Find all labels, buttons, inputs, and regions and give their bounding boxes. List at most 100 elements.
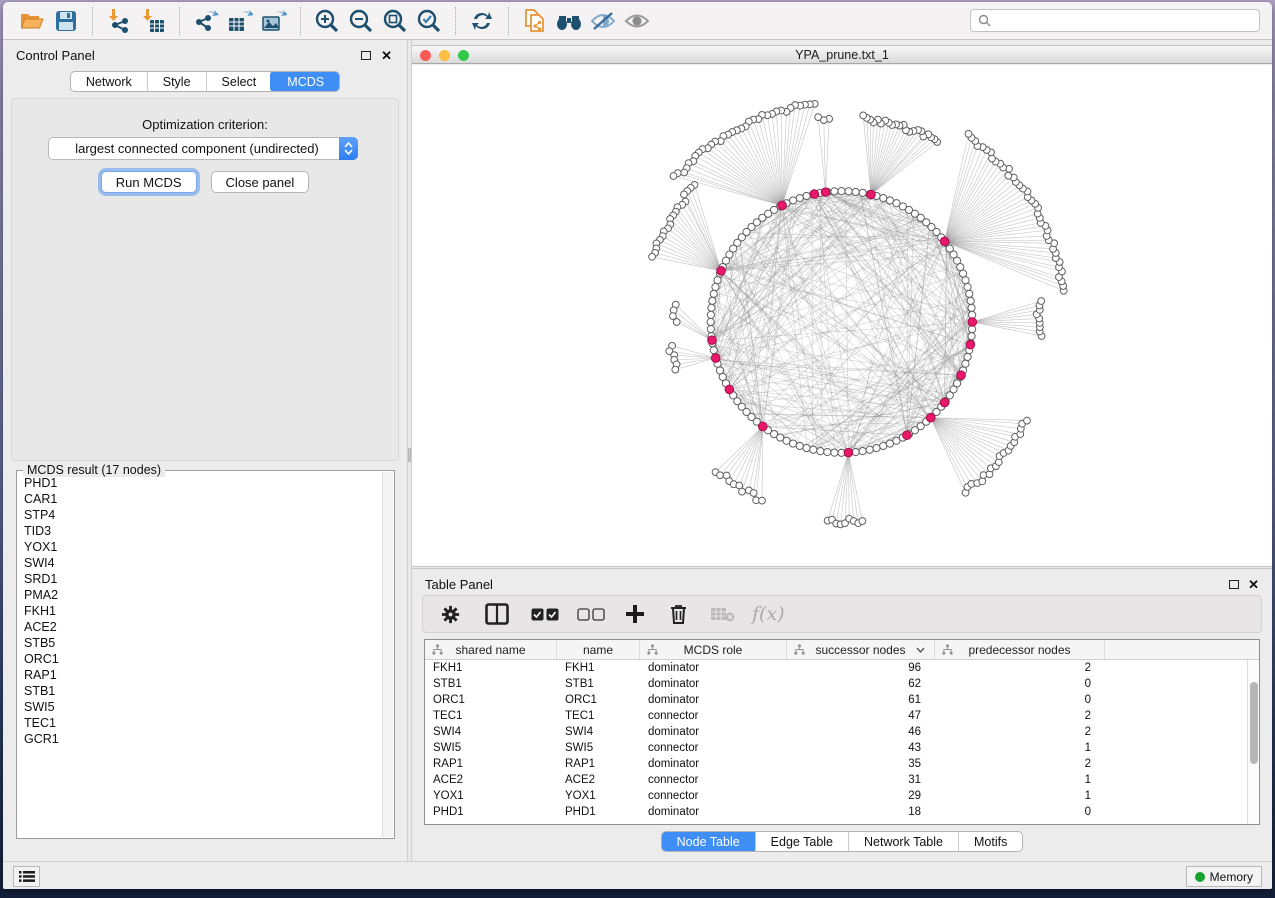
import-table-icon[interactable] [136, 6, 170, 36]
table-cell[interactable]: RAP1 [557, 756, 640, 772]
close-panel-icon[interactable]: ✕ [381, 48, 392, 64]
network-node[interactable] [873, 444, 880, 451]
table-cell[interactable]: SWI4 [425, 724, 557, 740]
mcds-result-item[interactable]: PHD1 [24, 475, 381, 491]
table-cell[interactable]: PHD1 [425, 804, 557, 820]
mcds-dominator-node[interactable] [708, 336, 717, 345]
network-node[interactable] [968, 304, 975, 311]
network-node[interactable] [710, 290, 717, 297]
table-cell[interactable]: 47 [787, 708, 935, 724]
network-node[interactable] [817, 448, 824, 455]
select-all-checkboxes-icon[interactable] [531, 599, 559, 629]
table-cell[interactable]: ACE2 [557, 772, 640, 788]
table-cell[interactable]: 46 [787, 724, 935, 740]
table-cell[interactable]: STB1 [425, 676, 557, 692]
network-node[interactable] [750, 490, 757, 497]
mcds-dominator-node[interactable] [778, 201, 787, 210]
network-node[interactable] [964, 283, 971, 290]
table-cell[interactable]: 29 [787, 788, 935, 804]
search-field[interactable] [970, 9, 1260, 32]
mcds-result-item[interactable]: SWI4 [24, 555, 381, 571]
table-cell[interactable]: SWI4 [557, 724, 640, 740]
network-node[interactable] [714, 277, 721, 284]
mcds-result-list[interactable]: PHD1CAR1STP4TID3YOX1SWI4SRD1PMA2FKH1ACE2… [19, 475, 381, 836]
mcds-dominator-node[interactable] [940, 237, 949, 246]
zoom-fit-icon[interactable] [378, 6, 412, 36]
network-node[interactable] [831, 188, 838, 195]
export-network-icon[interactable] [189, 6, 223, 36]
mcds-dominator-node[interactable] [821, 188, 830, 197]
show-column-selector-icon[interactable] [485, 599, 509, 629]
network-node[interactable] [670, 173, 677, 180]
close-panel-button[interactable]: Close panel [211, 171, 310, 193]
mcds-dominator-node[interactable] [844, 448, 853, 457]
table-cell[interactable]: ORC1 [425, 692, 557, 708]
table-row[interactable]: PHD1PHD1dominator180 [425, 804, 1247, 820]
table-cell[interactable]: SWI5 [425, 740, 557, 756]
network-node[interactable] [673, 319, 680, 326]
tab-style[interactable]: Style [147, 72, 206, 91]
table-cell[interactable]: 1 [935, 772, 1105, 788]
network-node[interactable] [810, 446, 817, 453]
network-node[interactable] [796, 442, 803, 449]
mcds-dominator-node[interactable] [867, 190, 876, 199]
network-node[interactable] [708, 304, 715, 311]
network-node[interactable] [789, 440, 796, 447]
mcds-result-item[interactable]: SRD1 [24, 571, 381, 587]
network-node[interactable] [965, 130, 972, 137]
network-node[interactable] [803, 192, 810, 199]
table-cell[interactable]: connector [640, 740, 787, 756]
network-window-titlebar[interactable]: YPA_prune.txt_1 [412, 45, 1272, 64]
table-scrollbar[interactable] [1247, 660, 1259, 824]
mcds-result-scrollbar[interactable] [382, 472, 393, 837]
save-session-icon[interactable] [49, 6, 83, 36]
mcds-result-item[interactable]: ACE2 [24, 619, 381, 635]
table-cell[interactable]: 2 [935, 724, 1105, 740]
network-node[interactable] [1038, 298, 1045, 305]
table-cell[interactable]: connector [640, 788, 787, 804]
run-mcds-button[interactable]: Run MCDS [101, 171, 197, 193]
tab-network-table[interactable]: Network Table [848, 832, 958, 851]
network-node[interactable] [967, 297, 974, 304]
delete-column-trash-icon[interactable] [669, 599, 688, 629]
network-node[interactable] [796, 194, 803, 201]
network-node[interactable] [852, 188, 859, 195]
network-node[interactable] [815, 114, 822, 121]
table-row[interactable]: FKH1FKH1dominator962 [425, 660, 1247, 676]
table-cell[interactable]: 0 [935, 804, 1105, 820]
table-row[interactable]: YOX1YOX1connector291 [425, 788, 1247, 804]
hide-selected-icon[interactable] [586, 6, 620, 36]
table-cell[interactable]: 0 [935, 676, 1105, 692]
tab-select[interactable]: Select [206, 72, 272, 91]
mcds-dominator-node[interactable] [940, 398, 949, 407]
table-cell[interactable]: dominator [640, 724, 787, 740]
tab-mcds[interactable]: MCDS [270, 71, 340, 92]
tab-edge-table[interactable]: Edge Table [755, 832, 848, 851]
table-row[interactable]: TEC1TEC1connector472 [425, 708, 1247, 724]
network-node[interactable] [707, 311, 714, 318]
memory-button[interactable]: Memory [1186, 866, 1262, 887]
table-cell[interactable]: 96 [787, 660, 935, 676]
tab-node-table[interactable]: Node Table [661, 831, 756, 852]
table-cell[interactable]: 18 [787, 804, 935, 820]
network-node[interactable] [712, 283, 719, 290]
network-node[interactable] [1005, 172, 1012, 179]
mcds-result-item[interactable]: ORC1 [24, 651, 381, 667]
table-scrollbar-thumb[interactable] [1250, 682, 1258, 764]
table-cell[interactable]: STB1 [557, 676, 640, 692]
column-header-shared-name[interactable]: shared name [425, 640, 557, 659]
tab-network[interactable]: Network [71, 72, 147, 91]
show-all-icon[interactable] [620, 6, 654, 36]
import-network-icon[interactable] [102, 6, 136, 36]
network-node[interactable] [710, 347, 717, 354]
table-cell[interactable]: 2 [935, 756, 1105, 772]
network-node[interactable] [880, 442, 887, 449]
network-node[interactable] [962, 360, 969, 367]
tab-motifs[interactable]: Motifs [958, 832, 1022, 851]
network-node[interactable] [759, 497, 766, 504]
mcds-result-item[interactable]: TID3 [24, 523, 381, 539]
export-table-icon[interactable] [223, 6, 257, 36]
network-node[interactable] [831, 449, 838, 456]
network-node[interactable] [966, 290, 973, 297]
network-node[interactable] [859, 518, 866, 525]
